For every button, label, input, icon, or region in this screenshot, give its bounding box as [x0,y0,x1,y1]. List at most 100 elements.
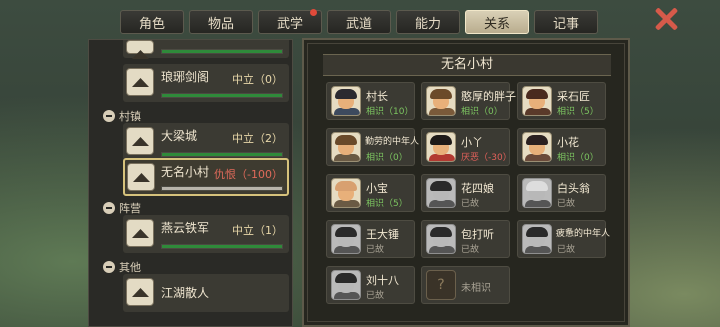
faction-row-partial[interactable] [123,40,289,58]
wanderer-icon [126,278,154,306]
npc-name: 勤劳的中年人 [365,137,420,147]
npc-card[interactable]: 小宝 相识（5） [326,174,415,212]
faction-row-wuming[interactable]: 无名小村 仇恨（-100） [123,158,289,196]
npc-relation: 已故 [557,199,576,209]
npc-card[interactable]: 疲惫的中年人 已故 [517,220,610,258]
relation-bar [161,186,283,191]
npc-portrait [522,178,552,208]
npc-name: 刘十八 [366,274,399,287]
village-detail-panel: 无名小村 村长 相识（10） 憨厚的胖子 相识（0） 采石匠 相识（5） 勤劳的中年人 相识（… [302,38,630,327]
category-towns[interactable]: 村镇 [103,108,141,124]
npc-card[interactable]: 小丫厌恶（-30） [421,128,512,166]
close-icon[interactable] [653,6,679,32]
npc-relation: 相识（0） [557,153,599,163]
tab-label: 物品 [207,16,234,32]
npc-portrait [522,224,552,254]
npc-card[interactable]: 白头翁 已故 [517,174,606,212]
npc-name: 疲惫的中年人 [556,229,611,239]
tab-label: 能力 [414,16,441,32]
npc-portrait [522,86,552,116]
npc-card[interactable]: 王大锤 已故 [326,220,415,258]
faction-row-jianghu[interactable]: 江湖散人 [123,274,289,312]
faction-emblem-icon [126,40,154,54]
npc-relation: 厌恶（-30） [461,153,512,163]
npc-portrait [331,86,361,116]
faction-name: 大梁城 [161,129,198,143]
faction-status: 中立（0） [232,73,283,86]
npc-relation: 未相识 [461,283,491,294]
npc-name: 采石匠 [557,90,590,103]
tab-bar: 角色 物品 武学 武道 能力 关系 记事 [120,9,598,36]
faction-list[interactable]: 琅琊剑阁 中立（0） 村镇 大梁城 中立（2） 无名小村 仇恨（-100） 阵营… [88,39,293,327]
npc-portrait [331,178,361,208]
collapse-icon [103,202,115,214]
notification-dot [310,9,317,16]
relation-bar-fill [162,153,282,156]
city-gate-icon [126,127,154,155]
tab-label: 角色 [138,16,165,32]
faction-status: 中立（2） [232,132,283,145]
npc-name: 村长 [366,90,388,103]
category-label: 其他 [119,261,141,274]
category-camps[interactable]: 阵营 [103,200,141,216]
npc-card[interactable]: 包打听 已故 [421,220,510,258]
npc-portrait [426,224,456,254]
npc-relation: 相识（0） [366,153,408,163]
faction-name: 燕云铁军 [161,221,210,235]
npc-name: 包打听 [461,228,494,241]
tab-martial-arts[interactable]: 武学 [258,9,322,34]
tab-label: 武学 [276,16,303,32]
npc-card[interactable]: 采石匠 相识（5） [517,82,606,120]
faction-name: 琅琊剑阁 [161,70,210,84]
npc-name: 小丫 [461,136,483,149]
npc-name: 小花 [557,136,579,149]
npc-card[interactable]: 刘十八 已故 [326,266,415,304]
npc-card[interactable]: 小花相识（0） [517,128,606,166]
faction-status: 中立（1） [232,224,283,237]
category-other[interactable]: 其他 [103,259,141,275]
npc-portrait [426,132,456,162]
tab-relations[interactable]: 关系 [465,10,529,34]
tab-martial-way[interactable]: 武道 [327,10,391,34]
relation-bar-fill [162,245,282,248]
tab-abilities[interactable]: 能力 [396,10,460,34]
npc-card[interactable]: 花四娘 已故 [421,174,510,212]
relation-bar-fill [162,50,282,53]
faction-name: 无名小村 [161,165,210,179]
npc-relation: 已故 [461,245,480,255]
npc-card-unknown[interactable]: ? 未相识 [421,266,510,304]
relation-bar [161,152,283,157]
faction-row-yanyun[interactable]: 燕云铁军 中立（1） [123,215,289,253]
category-label: 阵营 [119,202,141,215]
npc-relation: 已故 [461,199,480,209]
tab-journal[interactable]: 记事 [534,10,598,34]
collapse-icon [103,261,115,273]
npc-relation: 已故 [366,245,385,255]
npc-card[interactable]: 村长相识（10） [326,82,415,120]
npc-card[interactable]: 憨厚的胖子 相识（0） [421,82,516,120]
tab-label: 武道 [345,16,372,32]
tab-items[interactable]: 物品 [189,10,253,34]
relation-bar [161,49,283,54]
faction-row-daliang[interactable]: 大梁城 中立（2） [123,123,289,161]
npc-relation: 相识（5） [366,199,408,209]
npc-portrait [331,224,361,254]
tab-character[interactable]: 角色 [120,10,184,34]
tab-label: 记事 [552,16,579,32]
npc-name: 白头翁 [557,182,590,195]
npc-card[interactable]: 勤劳的中年人 相识（0） [326,128,419,166]
npc-portrait [331,132,361,162]
npc-portrait [426,178,456,208]
faction-row-langya[interactable]: 琅琊剑阁 中立（0） [123,64,289,102]
npc-relation: 已故 [557,245,576,255]
unknown-portrait-icon: ? [426,270,456,300]
army-camp-icon [126,219,154,247]
relation-bar-fill [162,187,282,190]
relation-bar-fill [162,94,282,97]
relation-bar [161,93,283,98]
faction-status: 仇恨（-100） [214,168,283,181]
npc-name: 花四娘 [461,182,494,195]
npc-relation: 相识（10） [366,107,414,117]
village-title: 无名小村 [323,54,611,76]
npc-portrait [522,132,552,162]
